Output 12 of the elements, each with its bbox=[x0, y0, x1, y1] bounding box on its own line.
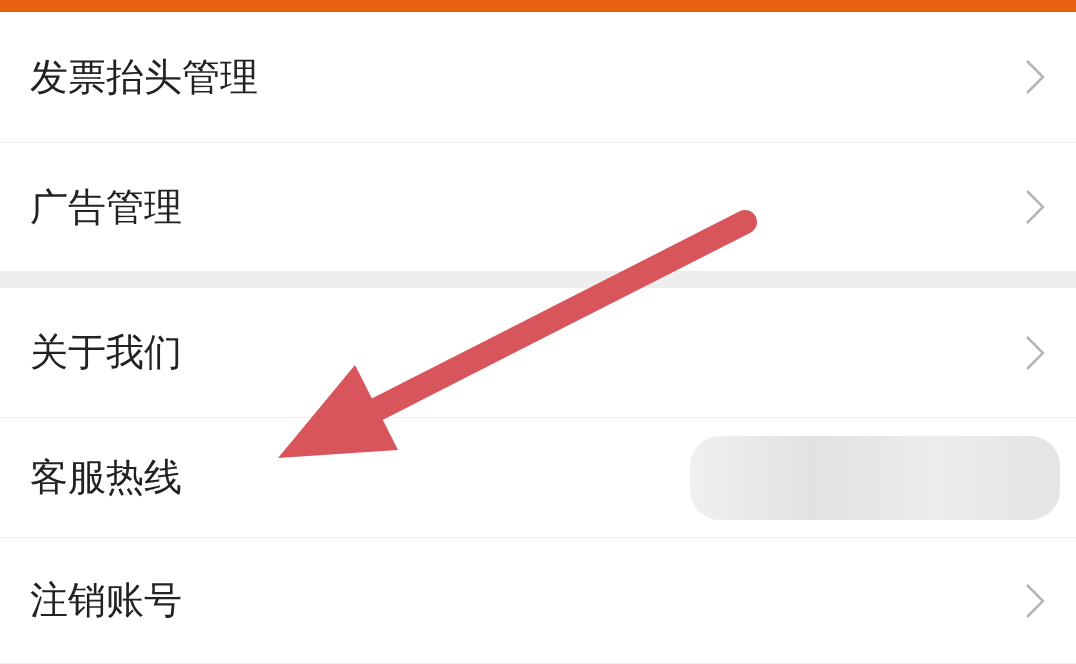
chevron-right-icon bbox=[1024, 58, 1046, 96]
row-label: 广告管理 bbox=[30, 183, 182, 231]
chevron-right-icon bbox=[1024, 188, 1046, 226]
settings-row[interactable]: 发票抬头管理 bbox=[0, 12, 1076, 143]
row-label: 客服热线 bbox=[30, 454, 182, 501]
settings-row[interactable]: 客服热线 bbox=[0, 418, 1076, 538]
row-label: 关于我们 bbox=[30, 329, 182, 376]
row-label: 注销账号 bbox=[30, 577, 182, 624]
chevron-right-icon bbox=[1024, 333, 1046, 372]
chevron-right-icon bbox=[1024, 581, 1046, 620]
settings-row[interactable]: 注销账号 bbox=[0, 538, 1076, 664]
row-label: 发票抬头管理 bbox=[30, 53, 258, 101]
